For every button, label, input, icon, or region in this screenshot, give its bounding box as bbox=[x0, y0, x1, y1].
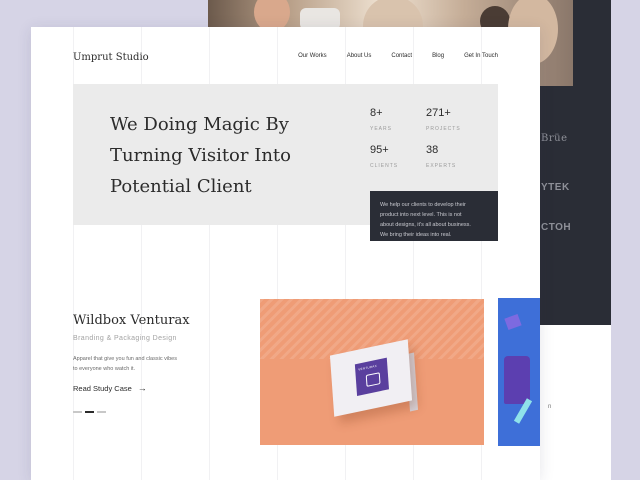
slider-pagination bbox=[73, 411, 106, 413]
read-study-case-link[interactable]: Read Study Case → bbox=[73, 383, 147, 394]
callout-line: We bring their ideas into real. bbox=[380, 232, 452, 238]
headline-line: We Doing Magic By bbox=[110, 114, 289, 135]
stat-value: 95+ bbox=[370, 144, 389, 156]
nav-get-in-touch[interactable]: Get In Touch bbox=[464, 53, 498, 59]
project-description: Apparel that give you fun and classic vi… bbox=[73, 354, 233, 374]
stat-clients: 95+ CLIENTS bbox=[370, 144, 398, 169]
stat-label: EXPERTS bbox=[426, 163, 457, 169]
project-showcase-image[interactable]: VENTURAX bbox=[260, 299, 484, 445]
description-line: to everyone who watch it. bbox=[73, 366, 136, 372]
nav-blog[interactable]: Blog bbox=[432, 53, 444, 59]
client-logo-ctoh: CTOH bbox=[541, 222, 572, 233]
arrow-right-icon: → bbox=[137, 383, 147, 393]
brand-logo[interactable]: Umprut Studio bbox=[73, 52, 149, 63]
stat-label: CLIENTS bbox=[370, 163, 399, 169]
callout-line: product into next level. This is not bbox=[380, 212, 462, 218]
callout-line: We help our clients to develop their bbox=[380, 202, 466, 208]
client-logo-brue: Brüe bbox=[541, 133, 568, 144]
stat-experts: 38 EXPERTS bbox=[426, 144, 456, 169]
background-white-page: n bbox=[540, 325, 611, 480]
callout-line: about designs, it's all about business. bbox=[380, 222, 471, 228]
nav-our-works[interactable]: Our Works bbox=[298, 53, 327, 59]
slider-dot[interactable] bbox=[73, 411, 82, 413]
stat-value: 271+ bbox=[426, 107, 451, 119]
headline-line: Potential Client bbox=[110, 176, 252, 197]
thumb-tag bbox=[504, 313, 522, 331]
next-project-thumbnail[interactable] bbox=[498, 298, 540, 446]
stat-value: 38 bbox=[426, 144, 439, 156]
project-title: Wildbox Venturax bbox=[73, 313, 190, 328]
read-study-case-label: Read Study Case bbox=[73, 384, 132, 393]
stat-years: 8+ YEARS bbox=[370, 107, 392, 132]
slider-dot-active[interactable] bbox=[85, 411, 94, 413]
partial-caption: n bbox=[548, 404, 552, 410]
thumb-shirt bbox=[504, 356, 530, 404]
landing-page: Umprut Studio Our Works About Us Contact… bbox=[31, 27, 540, 480]
box-label-text: VENTURAX bbox=[358, 363, 378, 372]
box-label: VENTURAX bbox=[354, 357, 390, 396]
stat-label: YEARS bbox=[370, 126, 392, 132]
hero-headline: We Doing Magic By Turning Visitor Into P… bbox=[110, 109, 340, 202]
client-logo-ytek: YTEK bbox=[541, 182, 570, 193]
stat-value: 8+ bbox=[370, 107, 383, 119]
stat-projects: 271+ PROJECTS bbox=[426, 107, 461, 132]
box-logo-icon bbox=[365, 372, 381, 387]
main-nav: Our Works About Us Contact Blog Get In T… bbox=[298, 53, 498, 59]
about-callout: We help our clients to develop their pro… bbox=[370, 191, 498, 241]
slider-dot[interactable] bbox=[97, 411, 106, 413]
description-line: Apparel that give you fun and classic vi… bbox=[73, 356, 177, 362]
nav-about-us[interactable]: About Us bbox=[347, 53, 372, 59]
stat-label: PROJECTS bbox=[426, 126, 461, 132]
project-subtitle: Branding & Packaging Design bbox=[73, 335, 177, 342]
nav-contact[interactable]: Contact bbox=[391, 53, 412, 59]
headline-line: Turning Visitor Into bbox=[110, 145, 291, 166]
